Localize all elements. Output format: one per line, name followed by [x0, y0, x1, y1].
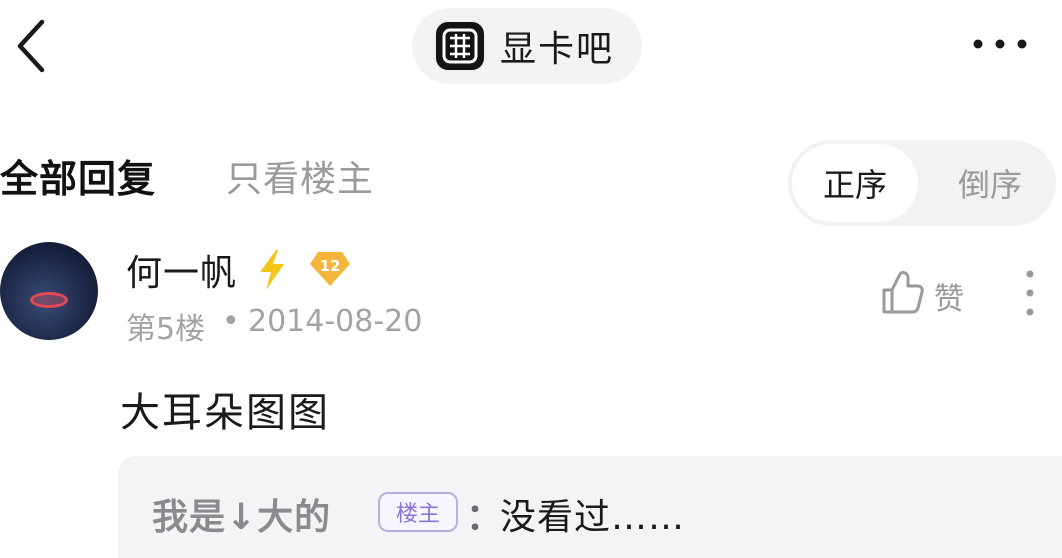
reply-content: 大耳朵图图 — [120, 390, 330, 436]
like-button-label[interactable]: 赞 — [934, 274, 964, 318]
op-badge: 楼主 — [378, 492, 458, 532]
avatar-image-detail — [30, 292, 68, 308]
sort-descending-button[interactable]: 倒序 — [928, 144, 1052, 222]
forum-logo-icon — [442, 28, 478, 64]
thumbs-up-icon[interactable] — [880, 268, 924, 316]
sub-reply-author[interactable]: 我是↓大的 — [152, 488, 331, 540]
more-horizontal-icon[interactable] — [968, 32, 1032, 56]
forum-name: 显卡吧 — [500, 29, 615, 70]
level-number: 12 — [319, 257, 341, 275]
floor-number: 第5楼 — [126, 312, 206, 347]
username[interactable]: 何一帆 — [126, 244, 237, 296]
tab-op-only[interactable]: 只看楼主 — [226, 150, 374, 202]
sub-reply-text: 没看过…… — [500, 497, 686, 538]
sort-toggle: 正序 倒序 — [788, 140, 1056, 226]
forum-logo — [434, 20, 486, 72]
tab-all-replies[interactable]: 全部回复 — [0, 148, 156, 203]
meta-separator: • — [222, 304, 240, 339]
post-date: 2014-08-20 — [248, 304, 423, 339]
forum-header-pill[interactable]: 显卡吧 — [412, 8, 642, 84]
sort-ascending-button[interactable]: 正序 — [792, 144, 918, 222]
more-vertical-icon[interactable] — [1020, 268, 1040, 318]
avatar[interactable] — [0, 242, 98, 340]
lightning-bolt-icon — [260, 250, 284, 290]
back-chevron-icon[interactable] — [12, 16, 52, 76]
sub-reply-colon: ： — [466, 497, 503, 538]
